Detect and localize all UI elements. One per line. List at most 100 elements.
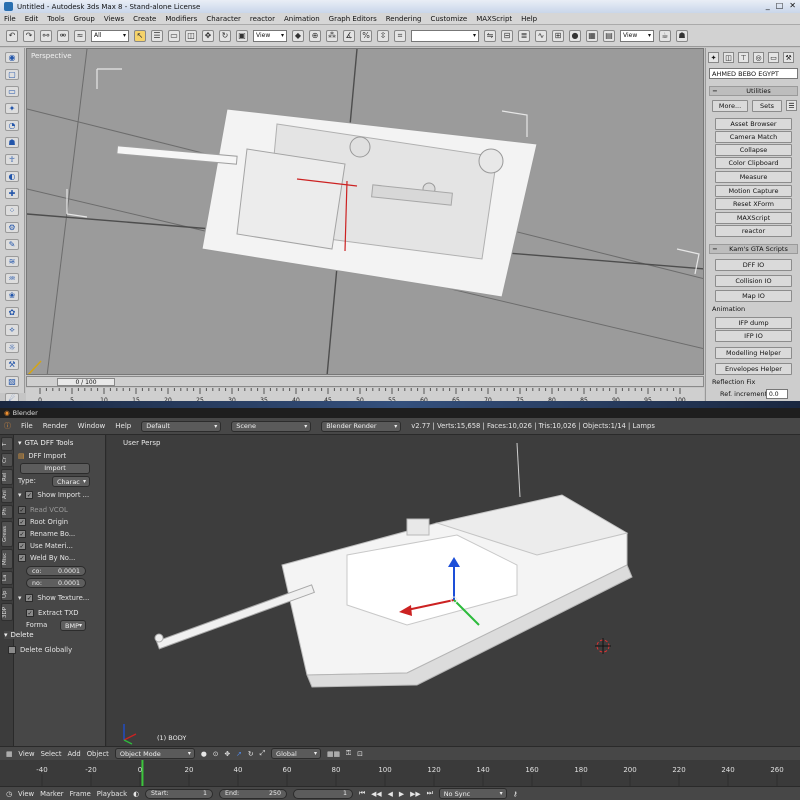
blender-3d-viewport[interactable]: User Persp (1) BODY (107, 435, 800, 746)
utility-icon[interactable]: ⚒ (5, 359, 19, 370)
read-vcol-row[interactable]: ✓ Read VCOL (18, 506, 68, 514)
utility-button[interactable]: Asset Browser (715, 118, 792, 130)
unlink-icon[interactable]: ⚮ (57, 29, 69, 42)
create-helper-icon[interactable]: ◔ (5, 120, 19, 131)
material-editor-icon[interactable]: ● (569, 29, 581, 42)
menu-help[interactable]: Help (521, 15, 537, 23)
maximize-icon[interactable]: □ (776, 1, 784, 10)
menu-render[interactable]: Render (43, 422, 68, 430)
hierarchy-tab-icon[interactable]: ⊤ (738, 52, 749, 63)
render-engine-dropdown[interactable]: Blender Render (321, 420, 402, 432)
current-frame-marker[interactable] (141, 760, 144, 786)
modifier-icon[interactable]: ♒ (5, 273, 19, 284)
bind-space-warp-icon[interactable]: ≈ (74, 29, 86, 42)
rotate-manipulator-icon[interactable]: ↻ (248, 750, 254, 758)
select-manipulate-icon[interactable]: ⊕ (309, 29, 321, 42)
sync-mode-dropdown[interactable]: No Sync (438, 788, 507, 799)
utility-button[interactable]: MAXScript (715, 212, 792, 224)
play-reverse-icon[interactable]: ◀ (388, 790, 393, 798)
menu-add[interactable]: Add (68, 750, 81, 758)
modelling-helper-button[interactable]: Modelling Helper (715, 347, 792, 359)
cloth-icon[interactable]: ⟡ (5, 324, 19, 336)
format-dropdown[interactable]: BMP (60, 620, 86, 631)
tab-create[interactable]: Cr (1, 453, 13, 467)
undo-icon[interactable]: ↶ (6, 29, 18, 42)
menu-view[interactable]: View (18, 790, 34, 798)
delete-globally-row[interactable]: Delete Globally (8, 646, 72, 654)
motion-tab-icon[interactable]: ◎ (753, 52, 764, 63)
root-origin-row[interactable]: ✓ Root Origin (18, 518, 68, 526)
space-warp-icon[interactable]: ≋ (5, 256, 19, 267)
weld-by-normals-checkbox[interactable]: ✓ (18, 554, 26, 562)
lock-icon[interactable]: ⚿ (346, 749, 351, 758)
next-key-icon[interactable]: ▶▶ (410, 790, 420, 798)
import-button[interactable]: Import (20, 463, 90, 474)
tab-grease-pencil[interactable]: Greas (1, 521, 13, 547)
ref-increment-input[interactable]: 0.0 (766, 389, 788, 399)
delete-globally-checkbox[interactable] (8, 646, 16, 654)
biped-icon[interactable]: ☥ (5, 154, 19, 165)
scene-dropdown[interactable]: Scene (231, 420, 312, 432)
object-name-field[interactable]: AHMED BEBO EGYPT (709, 68, 798, 79)
end-frame-field[interactable]: End: 250 (219, 788, 288, 799)
type-dropdown[interactable]: Charac (52, 476, 90, 487)
info-editor-icon[interactable]: ⓘ (4, 421, 11, 431)
menu-customize[interactable]: Customize (430, 15, 467, 23)
keying-icon[interactable]: ⚷ (513, 790, 518, 798)
utility-button[interactable]: Reset XForm (715, 198, 792, 210)
menu-reactor[interactable]: reactor (250, 15, 275, 23)
viewport-shading-icon[interactable]: ● (201, 750, 207, 758)
reference-coord-dropdown[interactable]: View (253, 29, 287, 42)
curve-editor-icon[interactable]: ∿ (535, 29, 547, 42)
reactor-icon[interactable]: ✿ (5, 307, 19, 318)
max-perspective-viewport[interactable]: Perspective (26, 48, 704, 375)
read-vcol-checkbox[interactable]: ✓ (18, 506, 26, 514)
map-io-button[interactable]: Map IO (715, 290, 792, 302)
mirror-icon[interactable]: ⇋ (484, 29, 496, 42)
gta-dff-tools-header[interactable]: ▾ GTA DFF Tools (18, 439, 73, 447)
current-frame-field[interactable]: 1 (293, 788, 354, 799)
angle-snap-icon[interactable]: ∡ (343, 29, 355, 42)
menu-animation[interactable]: Animation (284, 15, 320, 23)
show-import-checkbox[interactable]: ✓ (25, 491, 34, 499)
selection-filter-dropdown[interactable]: All (91, 29, 129, 42)
menu-edit[interactable]: Edit (25, 15, 39, 23)
sets-button[interactable]: Sets (752, 100, 782, 112)
scene-states-icon[interactable]: ▧ (5, 376, 19, 387)
configure-sets-icon[interactable]: ☰ (786, 100, 797, 111)
hair-icon[interactable]: ❀ (5, 290, 19, 301)
utility-button[interactable]: Camera Match (715, 131, 792, 143)
blender-timeline[interactable]: -40 -20 0 20 40 60 80 100 120 140 160 180 200 220 240 2… (0, 760, 800, 786)
align-icon[interactable]: ⊟ (501, 29, 513, 42)
tab-tools[interactable]: T (1, 437, 13, 451)
close-icon[interactable]: ✕ (789, 1, 796, 10)
create-tab-icon[interactable]: ✦ (708, 52, 719, 63)
schematic-view-icon[interactable]: ⊞ (552, 29, 564, 42)
menu-maxscript[interactable]: MAXScript (476, 15, 512, 23)
tab-physics[interactable]: Ph (1, 505, 13, 519)
quick-render-icon[interactable]: ☕ (659, 29, 671, 42)
select-rotate-icon[interactable]: ↻ (219, 29, 231, 42)
pivot-point-icon[interactable]: ⊙ (213, 750, 219, 758)
weld-by-normals-row[interactable]: ✓ Weld By No... (18, 554, 75, 562)
menu-playback[interactable]: Playback (97, 790, 127, 798)
tab-uv[interactable]: Up (1, 587, 13, 601)
menu-group[interactable]: Group (74, 15, 95, 23)
tab-relations[interactable]: Rel (1, 469, 13, 485)
utility-button[interactable]: Collapse (715, 144, 792, 156)
rename-bones-row[interactable]: ✓ Rename Bo... (18, 530, 75, 538)
tab-animation[interactable]: Ani (1, 487, 13, 503)
menu-marker[interactable]: Marker (40, 790, 64, 798)
named-selection-dropdown[interactable] (411, 29, 479, 42)
rect-selection-icon[interactable]: ▭ (168, 29, 180, 42)
max-viewport-label[interactable]: Perspective (31, 52, 72, 60)
menu-views[interactable]: Views (104, 15, 124, 23)
spinner-snap-icon[interactable]: ⇳ (377, 29, 389, 42)
select-object-icon[interactable]: ↖ (134, 29, 146, 42)
window-crossing-icon[interactable]: ◫ (185, 29, 197, 42)
translate-manipulator-icon[interactable]: ↗ (236, 750, 242, 758)
create-light-icon[interactable]: ✦ (5, 103, 19, 114)
compound-icon[interactable]: ✚ (5, 188, 19, 199)
menu-graph-editors[interactable]: Graph Editors (329, 15, 377, 23)
dff-io-button[interactable]: DFF IO (715, 259, 792, 271)
